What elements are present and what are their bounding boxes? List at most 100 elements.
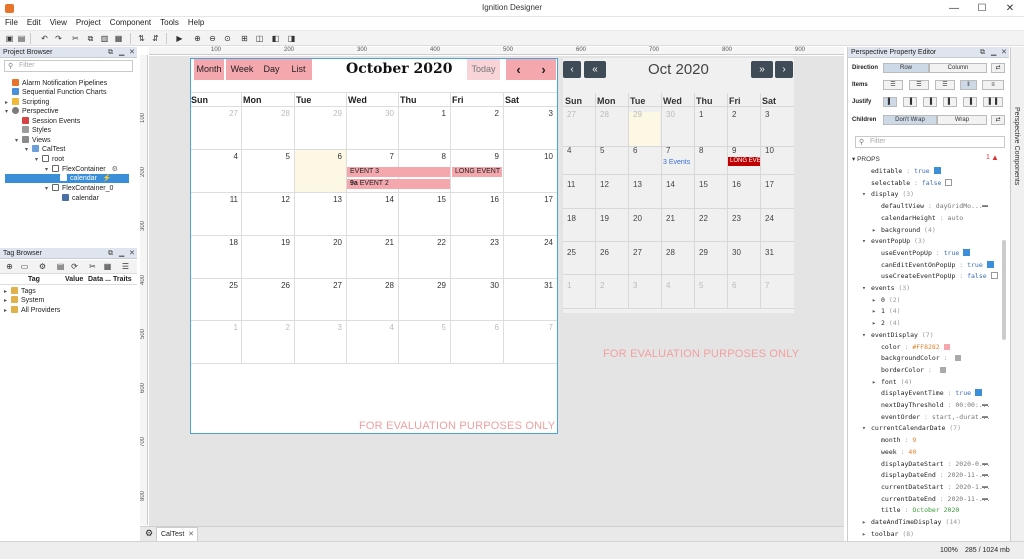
day-cell[interactable]: 2 xyxy=(600,281,612,290)
day-cell[interactable]: 30 xyxy=(666,110,678,119)
day-cell[interactable]: 8 xyxy=(699,146,711,155)
prop-row-dateandtimedisplay[interactable]: ▸ dateAndTimeDisplay (14) xyxy=(862,518,961,527)
day-cell[interactable]: 5 xyxy=(699,281,711,290)
day-cell[interactable]: 23 xyxy=(732,214,744,223)
checkbox[interactable] xyxy=(963,248,971,256)
day-cell[interactable]: 21 xyxy=(666,214,678,223)
more-events-link[interactable]: 3 Events xyxy=(663,159,690,166)
settings-gear-icon[interactable]: ⚙ xyxy=(145,528,153,539)
day-cell[interactable]: 11 xyxy=(567,180,579,189)
justify-evenly-icon[interactable]: ▌▐ xyxy=(983,97,1003,107)
prop-row-canediteventonpopup[interactable]: canEditEventOnPopUp : true xyxy=(872,260,994,270)
day-cell[interactable]: 20 xyxy=(633,214,645,223)
prop-row-0[interactable]: ▸ 0 (2) xyxy=(872,296,901,305)
edit-value-icon[interactable]: ▬ xyxy=(982,414,988,420)
prop-row-defaultview[interactable]: defaultView : dayGridMo... xyxy=(872,202,983,211)
day-cell[interactable]: 14 xyxy=(666,180,678,189)
prop-row-title[interactable]: title : October 2020 xyxy=(872,506,959,515)
prop-row-editable[interactable]: editable : true xyxy=(862,167,941,176)
justify-around-icon[interactable]: ▐ xyxy=(963,97,977,107)
warning-icon[interactable]: ▲ xyxy=(991,153,999,162)
minimize-panel-icon[interactable]: ▁ xyxy=(991,47,996,58)
day-cell[interactable]: 4 xyxy=(666,281,678,290)
day-cell[interactable]: 7 xyxy=(765,281,777,290)
checkbox[interactable] xyxy=(975,389,983,397)
day-cell[interactable]: 1 xyxy=(699,110,711,119)
direction-column-toggle[interactable]: Column xyxy=(929,63,987,73)
prop-row-calendarheight[interactable]: calendarHeight : auto xyxy=(872,214,963,223)
prop-row-display[interactable]: ▾ display (3) xyxy=(862,190,914,199)
long-event-2[interactable]: LONG EVEN xyxy=(728,157,760,166)
perspective-components-side-tab[interactable]: Perspective Components xyxy=(1010,47,1024,541)
prop-row-currentcalendardate[interactable]: ▾ currentCalendarDate (7) xyxy=(862,424,961,433)
prop-row-events[interactable]: ▾ events (3) xyxy=(862,284,910,293)
justify-between-icon[interactable]: ▌ xyxy=(943,97,957,107)
day-cell[interactable]: 22 xyxy=(699,214,711,223)
edit-value-icon[interactable]: ▬ xyxy=(982,484,988,490)
edit-value-icon[interactable]: ▬ xyxy=(982,472,988,478)
day-cell[interactable]: 31 xyxy=(765,248,777,257)
day-cell[interactable]: 27 xyxy=(567,110,579,119)
day-cell[interactable]: 16 xyxy=(732,180,744,189)
prop-row-font[interactable]: ▸ font (4) xyxy=(872,378,912,387)
prop-row-toolbar[interactable]: ▸ toolbar (8) xyxy=(862,530,914,539)
items-align-start-icon[interactable]: ☰ xyxy=(883,80,903,90)
day-cell[interactable]: 6 xyxy=(732,281,744,290)
wrap-toggle[interactable]: Wrap xyxy=(937,115,987,125)
edit-value-icon[interactable]: ▬ xyxy=(982,461,988,467)
day-cell[interactable]: 29 xyxy=(633,110,645,119)
float-icon[interactable]: ⧉ xyxy=(980,47,985,58)
day-cell[interactable]: 1 xyxy=(567,281,579,290)
prop-row-color[interactable]: color : #FF8282 xyxy=(872,343,950,352)
prop-row-eventpopup[interactable]: ▾ eventPopUp (3) xyxy=(862,237,926,246)
tab-caltest[interactable]: CalTest ✕ xyxy=(156,527,198,541)
day-cell[interactable]: 19 xyxy=(600,214,612,223)
items-align-end-icon[interactable]: ☰ xyxy=(935,80,955,90)
day-cell[interactable]: 10 xyxy=(765,146,777,155)
day-cell[interactable]: 28 xyxy=(600,110,612,119)
checkbox[interactable] xyxy=(945,178,953,186)
prop-row-displayeventtime[interactable]: displayEventTime : true xyxy=(872,389,983,398)
edit-value-icon[interactable]: ▬ xyxy=(982,402,988,408)
day-cell[interactable]: 24 xyxy=(765,214,777,223)
checkbox[interactable] xyxy=(990,272,998,280)
day-cell[interactable]: 26 xyxy=(600,248,612,257)
prop-row-useeventpopup[interactable]: useEventPopUp : true xyxy=(872,248,971,258)
wrap-reverse-icon[interactable]: ⇄ xyxy=(991,115,1005,125)
prop-row-displaydateend[interactable]: displayDateEnd : 2020-11-... xyxy=(872,471,991,480)
day-cell[interactable]: 17 xyxy=(765,180,777,189)
prop-row-background[interactable]: ▸ background (4) xyxy=(872,226,936,235)
items-baseline-icon[interactable]: ≡ xyxy=(982,80,1004,90)
prop-row-backgroundcolor[interactable]: backgroundColor : xyxy=(872,354,962,363)
justify-end-icon[interactable]: ▐ xyxy=(923,97,937,107)
checkbox[interactable] xyxy=(986,260,994,268)
day-cell[interactable]: 5 xyxy=(600,146,612,155)
day-cell[interactable]: 3 xyxy=(765,110,777,119)
prop-row-selectable[interactable]: selectable : false xyxy=(862,178,953,188)
edit-value-icon[interactable]: ▬ xyxy=(982,203,988,209)
close-tab-icon[interactable]: ✕ xyxy=(188,528,194,541)
justify-start-icon[interactable]: ▌ xyxy=(883,97,897,107)
prop-row-eventdisplay[interactable]: ▾ eventDisplay (7) xyxy=(862,331,934,340)
day-cell[interactable]: 30 xyxy=(732,248,744,257)
checkbox[interactable] xyxy=(933,167,941,174)
edit-value-icon[interactable]: ▬ xyxy=(982,496,988,502)
color-swatch[interactable] xyxy=(955,355,962,362)
day-cell[interactable]: 13 xyxy=(633,180,645,189)
items-stretch-icon[interactable]: ‖ xyxy=(960,80,977,90)
prop-row-week[interactable]: week : 40 xyxy=(872,448,916,457)
direction-reverse-icon[interactable]: ⇄ xyxy=(991,63,1005,73)
day-cell[interactable]: 9 xyxy=(732,146,744,155)
day-cell[interactable]: 28 xyxy=(666,248,678,257)
prop-row-displaydatestart[interactable]: displayDateStart : 2020-0... xyxy=(872,460,991,469)
prop-row-bordercolor[interactable]: borderColor : xyxy=(872,366,946,375)
day-cell[interactable]: 15 xyxy=(699,180,711,189)
day-cell[interactable]: 29 xyxy=(699,248,711,257)
prop-row-2[interactable]: ▸ 2 (4) xyxy=(872,319,901,328)
day-cell[interactable]: 27 xyxy=(633,248,645,257)
day-cell[interactable]: 7 xyxy=(666,146,678,155)
color-swatch[interactable] xyxy=(943,343,950,350)
day-cell[interactable]: 18 xyxy=(567,214,579,223)
justify-center-icon[interactable]: ▐ xyxy=(903,97,917,107)
prop-row-currentdatestart[interactable]: currentDateStart : 2020-1... xyxy=(872,483,991,492)
